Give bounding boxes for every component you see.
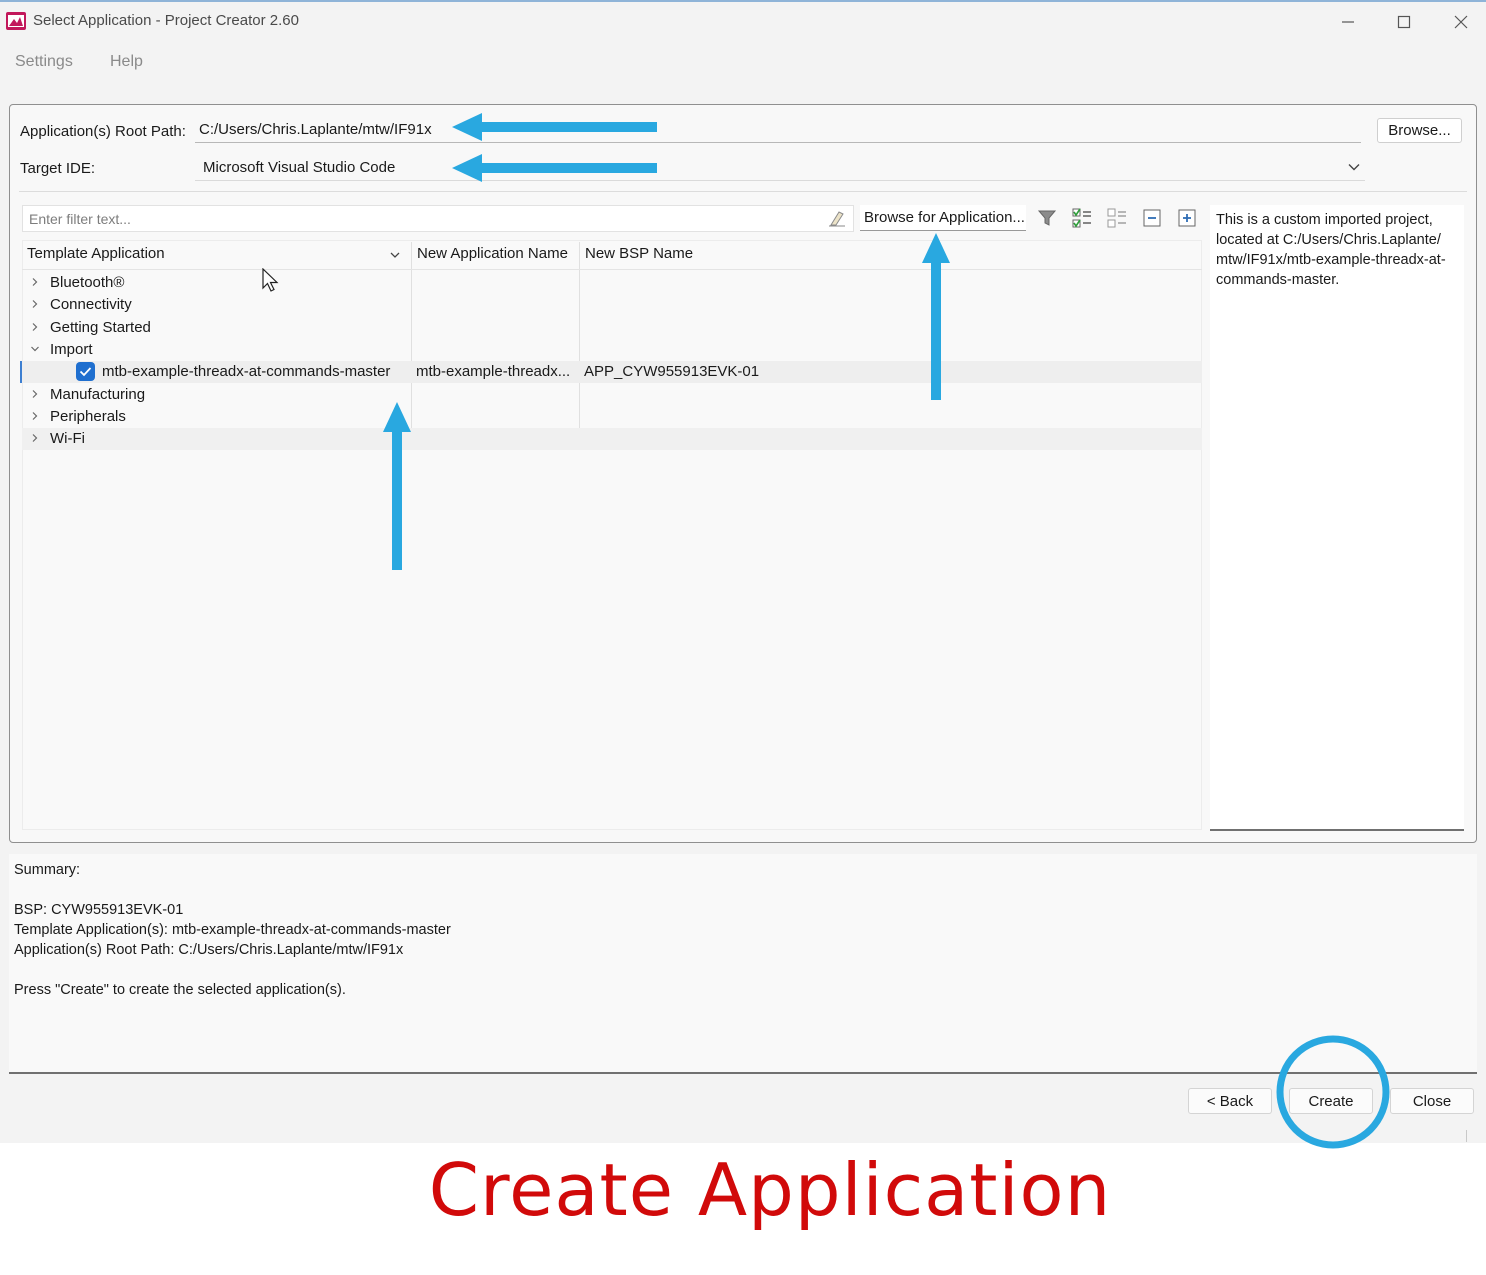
project-creator-window: Select Application - Project Creator 2.6… (0, 0, 1486, 1143)
description-panel: This is a custom imported project, locat… (1210, 205, 1464, 831)
window-title: Select Application - Project Creator 2.6… (33, 12, 299, 29)
tree-category-peripherals[interactable]: Peripherals (22, 406, 1202, 428)
create-button[interactable]: Create (1289, 1088, 1373, 1114)
column-template-application[interactable]: Template Application (27, 245, 165, 262)
tree-item-selected[interactable]: mtb-example-threadx-at-commands-master m… (20, 361, 1202, 383)
title-bar: Select Application - Project Creator 2.6… (0, 2, 1486, 42)
chevron-down-icon[interactable] (30, 344, 40, 354)
chevron-right-icon[interactable] (30, 277, 40, 287)
menu-settings[interactable]: Settings (15, 53, 73, 71)
menu-bar: Settings Help (0, 46, 1486, 78)
summary-spacer (14, 960, 1472, 980)
app-icon (6, 12, 26, 30)
target-ide-select[interactable]: Microsoft Visual Studio Code (195, 155, 1365, 181)
tree-category-import[interactable]: Import (22, 339, 1202, 361)
column-new-application-name[interactable]: New Application Name (417, 245, 568, 262)
resize-grip[interactable] (1466, 1130, 1467, 1142)
header-divider (22, 269, 1202, 270)
summary-title: Summary: (14, 862, 81, 878)
check-icon (79, 367, 92, 377)
tree-label: Import (50, 341, 93, 358)
chevron-right-icon[interactable] (30, 411, 40, 421)
maximize-icon[interactable] (1384, 8, 1424, 36)
item-checkbox[interactable] (76, 362, 95, 381)
summary-root-path: Application(s) Root Path: C:/Users/Chris… (14, 942, 404, 958)
summary-panel: Summary: BSP: CYW955913EVK-01 Template A… (9, 854, 1477, 1074)
chevron-right-icon[interactable] (30, 322, 40, 332)
item-template-name: mtb-example-threadx-at-commands-master (102, 363, 391, 380)
tree-category-manufacturing[interactable]: Manufacturing (22, 384, 1202, 406)
check-all-icon[interactable] (1071, 207, 1093, 229)
tree-label: Connectivity (50, 296, 132, 313)
tree-label: Manufacturing (50, 386, 146, 403)
chevron-right-icon[interactable] (30, 389, 40, 399)
tree-label: Wi-Fi (50, 430, 85, 447)
minimize-icon[interactable] (1328, 8, 1368, 36)
filter-input[interactable] (22, 205, 854, 232)
browse-for-application-button[interactable]: Browse for Application... (860, 205, 1026, 231)
filter-icon[interactable] (1036, 207, 1058, 229)
tree-category-connectivity[interactable]: Connectivity (22, 294, 1202, 316)
chevron-down-icon[interactable] (1346, 159, 1362, 175)
sort-chevron-icon[interactable] (389, 250, 401, 260)
expand-all-icon[interactable] (1176, 207, 1198, 229)
back-button[interactable]: < Back (1188, 1088, 1272, 1114)
eraser-icon[interactable] (827, 208, 847, 228)
close-button[interactable]: Close (1390, 1088, 1474, 1114)
target-ide-value: Microsoft Visual Studio Code (203, 159, 396, 176)
menu-help[interactable]: Help (110, 53, 143, 71)
tree-category-wifi[interactable]: Wi-Fi (22, 428, 1202, 450)
tree-category-getting-started[interactable]: Getting Started (22, 317, 1202, 339)
summary-bsp: BSP: CYW955913EVK-01 (14, 902, 184, 918)
uncheck-all-icon[interactable] (1106, 207, 1128, 229)
summary-instruction: Press "Create" to create the selected ap… (14, 982, 346, 998)
tree-category-bluetooth[interactable]: Bluetooth® (22, 272, 1202, 294)
target-ide-label: Target IDE: (20, 160, 96, 177)
close-window-icon[interactable] (1441, 8, 1481, 36)
item-bsp-name[interactable]: APP_CYW955913EVK-01 (584, 363, 759, 380)
summary-spacer (14, 880, 1472, 900)
item-app-name[interactable]: mtb-example-threadx... (416, 363, 570, 380)
root-path-input[interactable] (195, 117, 1361, 143)
divider (19, 191, 1467, 192)
mouse-cursor-icon (262, 268, 279, 292)
column-new-bsp-name[interactable]: New BSP Name (585, 245, 693, 262)
selection-marker (20, 361, 22, 383)
chevron-right-icon[interactable] (30, 433, 40, 443)
tree-label: Peripherals (50, 408, 126, 425)
browse-button[interactable]: Browse... (1377, 118, 1462, 143)
root-path-label: Application(s) Root Path: (20, 123, 186, 140)
tree-label: Getting Started (50, 319, 151, 336)
caption-text: Create Application (428, 1148, 1112, 1232)
collapse-all-icon[interactable] (1141, 207, 1163, 229)
tree-label: Bluetooth® (50, 274, 125, 291)
chevron-right-icon[interactable] (30, 299, 40, 309)
summary-template: Template Application(s): mtb-example-thr… (14, 922, 451, 938)
